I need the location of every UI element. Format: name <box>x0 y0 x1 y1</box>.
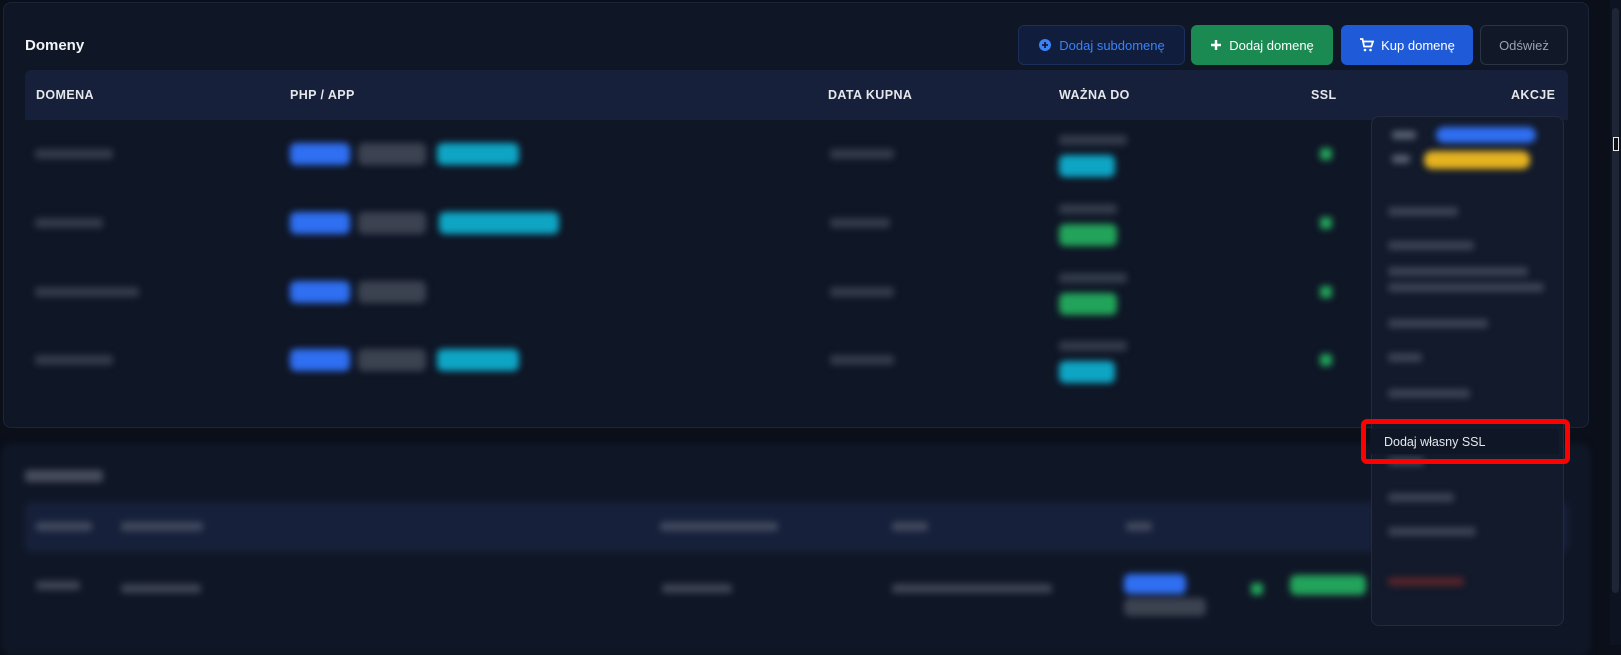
add-subdomain-button[interactable]: Dodaj subdomenę <box>1018 25 1185 65</box>
add-domain-label: Dodaj domenę <box>1229 37 1314 53</box>
menu-item[interactable] <box>1388 527 1476 536</box>
actions-dropdown-menu <box>1371 116 1564 626</box>
buy-domain-button[interactable]: Kup domenę <box>1341 25 1473 65</box>
menu-item[interactable] <box>1388 577 1464 586</box>
add-custom-ssl-label: Dodaj własny SSL <box>1384 434 1486 449</box>
column-header-domain: DOMENA <box>36 88 94 102</box>
add-domain-button[interactable]: Dodaj domenę <box>1191 25 1333 65</box>
column-header-actions: AKCJE <box>1511 88 1556 102</box>
table-row[interactable] <box>25 121 1385 189</box>
menu-item[interactable] <box>1388 493 1454 502</box>
add-custom-ssl-menu-item[interactable]: Dodaj własny SSL <box>1370 429 1559 454</box>
plus-icon <box>1210 39 1222 51</box>
cart-icon <box>1359 38 1375 52</box>
panel-title: Domeny <box>25 37 85 54</box>
column-header-purchase-date: DATA KUPNA <box>828 88 913 102</box>
menu-item[interactable] <box>1388 319 1488 328</box>
column-header-php-app: PHP / APP <box>290 88 355 102</box>
menu-item[interactable] <box>1388 353 1422 362</box>
domains-table-header: DOMENA PHP / APP DATA KUPNA WAŻNA DO SSL… <box>25 70 1568 120</box>
table-row[interactable] <box>25 259 1385 327</box>
add-subdomain-label: Dodaj subdomenę <box>1059 37 1165 53</box>
menu-item[interactable] <box>1388 283 1544 292</box>
plus-circle-icon <box>1038 38 1052 52</box>
menu-item[interactable] <box>1388 267 1528 276</box>
table-row[interactable] <box>25 190 1385 258</box>
menu-item[interactable] <box>1388 207 1458 216</box>
domains-panel: Domeny Dodaj subdomenę Dodaj domenę Kup … <box>3 2 1589 428</box>
table-row[interactable] <box>25 327 1385 395</box>
text-cursor-icon <box>1613 137 1619 151</box>
refresh-button[interactable]: Odśwież <box>1480 25 1568 65</box>
refresh-label: Odśwież <box>1499 37 1549 53</box>
menu-item[interactable] <box>1388 241 1474 250</box>
column-header-valid-until: WAŻNA DO <box>1059 88 1130 102</box>
buy-domain-label: Kup domenę <box>1381 37 1455 53</box>
subdomains-panel <box>3 445 1589 655</box>
menu-item[interactable] <box>1388 389 1470 398</box>
column-header-ssl: SSL <box>1311 88 1337 102</box>
scrollbar-thumb[interactable] <box>1612 8 1619 593</box>
